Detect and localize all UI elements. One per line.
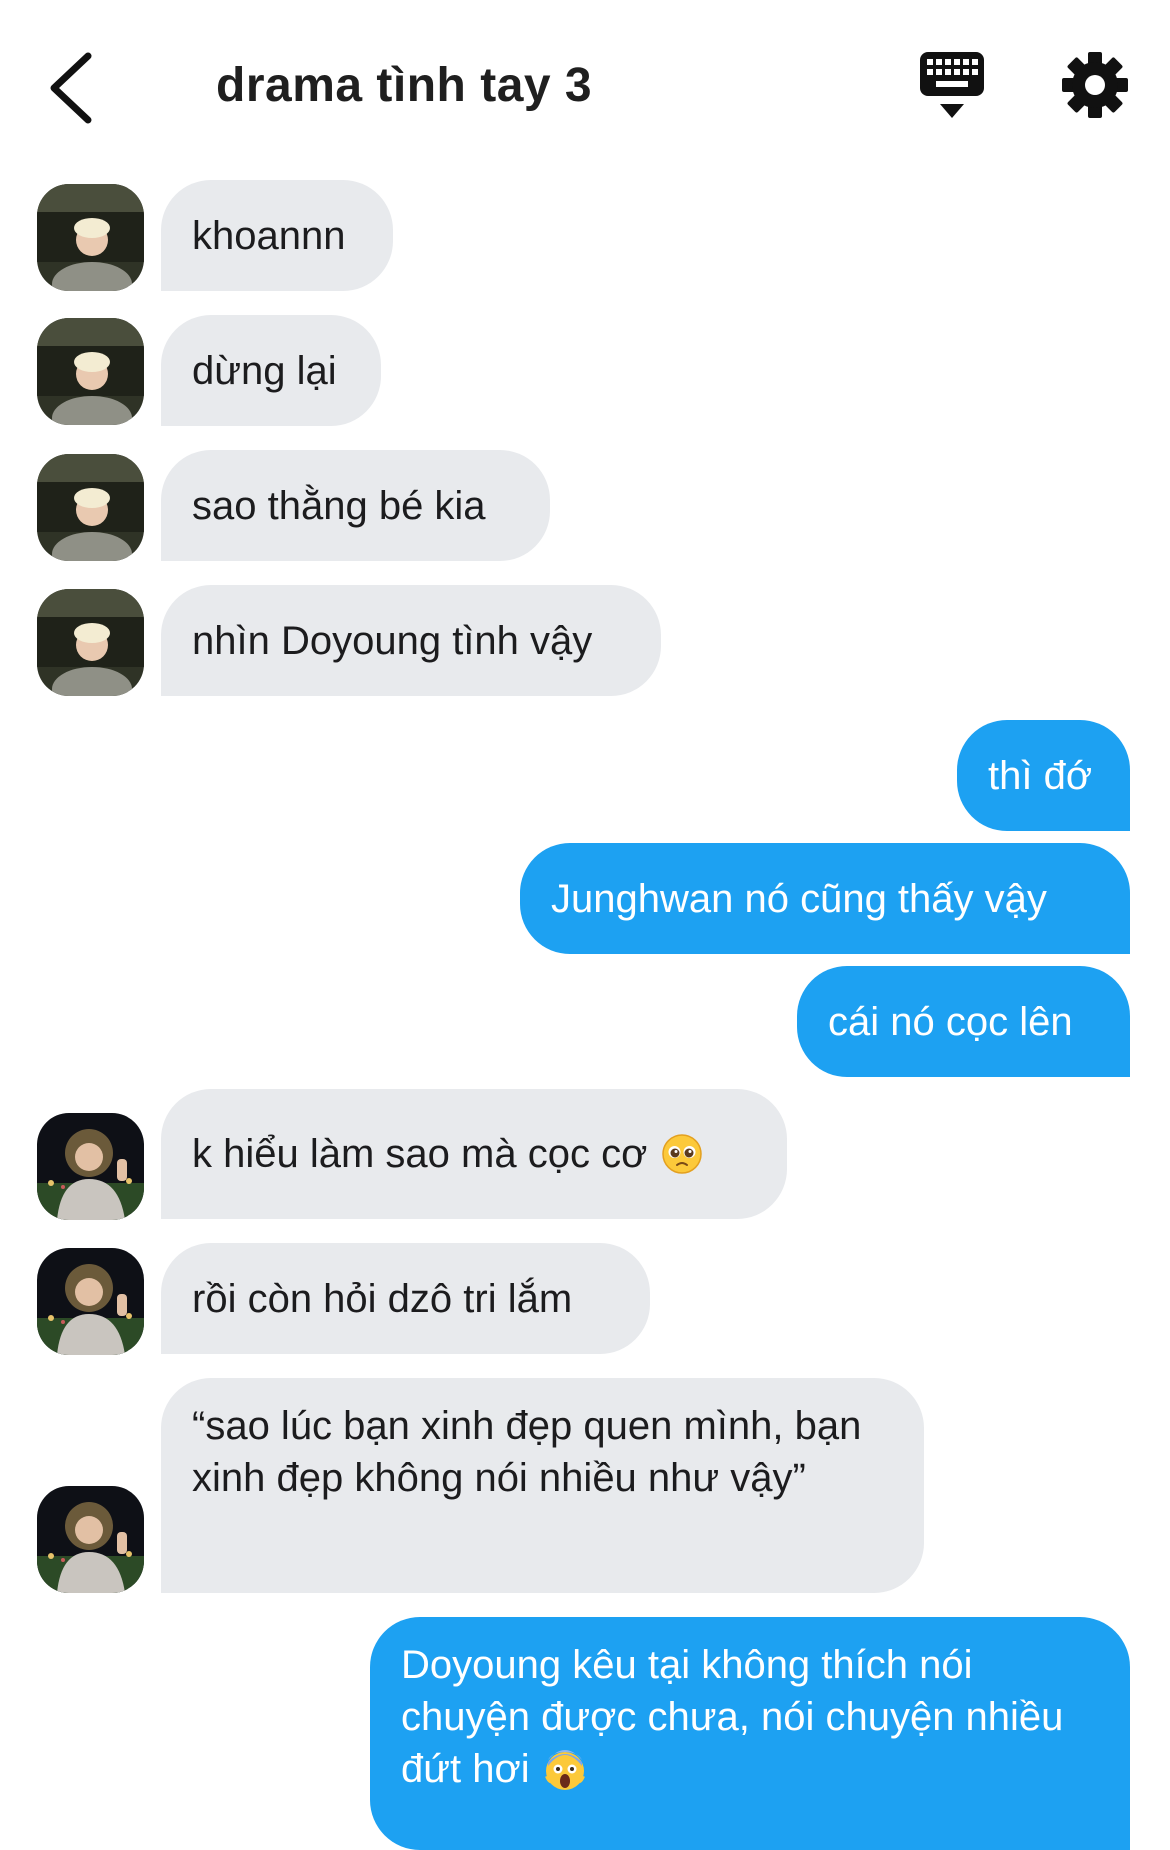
outgoing-message[interactable]: cái nó cọc lên [797, 966, 1130, 1077]
incoming-message[interactable]: sao thằng bé kia [161, 450, 550, 561]
avatar-photo-2 [37, 1113, 144, 1220]
screaming-face-emoji [544, 1750, 585, 1791]
avatar[interactable] [37, 589, 144, 696]
keyboard-icon [920, 52, 984, 118]
settings-button[interactable] [1060, 50, 1130, 120]
incoming-message[interactable]: k hiểu làm sao mà cọc cơ [161, 1089, 787, 1219]
incoming-message[interactable]: khoannn [161, 180, 393, 291]
message-text: sao thằng bé kia [192, 483, 486, 528]
chat-header: drama tình tay 3 [0, 0, 1170, 170]
message-text: nhìn Doyoung tình vậy [192, 618, 593, 663]
message-text: dừng lại [192, 348, 337, 393]
avatar[interactable] [37, 1113, 144, 1220]
message-text: Doyoung kêu tại không thích nói chuyện đ… [401, 1639, 1099, 1795]
incoming-message[interactable]: nhìn Doyoung tình vậy [161, 585, 661, 696]
gear-icon [1062, 52, 1128, 118]
avatar-photo-1 [37, 318, 144, 425]
avatar[interactable] [37, 318, 144, 425]
back-button[interactable] [42, 48, 102, 128]
message-text: k hiểu làm sao mà cọc cơ [192, 1132, 648, 1176]
pleading-face-emoji [662, 1134, 703, 1174]
incoming-message[interactable]: “sao lúc bạn xinh đẹp quen mình, bạn xin… [161, 1378, 924, 1593]
message-text: thì đớ [988, 753, 1093, 798]
outgoing-message[interactable]: Junghwan nó cũng thấy vậy [520, 843, 1130, 954]
avatar-photo-2 [37, 1486, 144, 1593]
outgoing-message[interactable]: thì đớ [957, 720, 1130, 831]
avatar[interactable] [37, 1248, 144, 1355]
chevron-left-icon [50, 52, 92, 124]
keyboard-button[interactable] [918, 50, 986, 122]
avatar[interactable] [37, 184, 144, 291]
message-text: Junghwan nó cũng thấy vậy [551, 876, 1047, 921]
avatar-photo-1 [37, 454, 144, 561]
avatar-photo-1 [37, 184, 144, 291]
chat-title: drama tình tay 3 [216, 59, 593, 112]
message-text: cái nó cọc lên [828, 999, 1073, 1044]
avatar-photo-2 [37, 1248, 144, 1355]
message-text: “sao lúc bạn xinh đẹp quen mình, bạn xin… [192, 1404, 862, 1500]
incoming-message[interactable]: rồi còn hỏi dzô tri lắm [161, 1243, 650, 1354]
incoming-message[interactable]: dừng lại [161, 315, 381, 426]
outgoing-message[interactable]: Doyoung kêu tại không thích nói chuyện đ… [370, 1617, 1130, 1850]
message-text: rồi còn hỏi dzô tri lắm [192, 1276, 573, 1321]
message-text-body: Doyoung kêu tại không thích nói chuyện đ… [401, 1643, 1064, 1791]
avatar-photo-1 [37, 589, 144, 696]
message-text: khoannn [192, 213, 346, 258]
avatar[interactable] [37, 454, 144, 561]
avatar[interactable] [37, 1486, 144, 1593]
